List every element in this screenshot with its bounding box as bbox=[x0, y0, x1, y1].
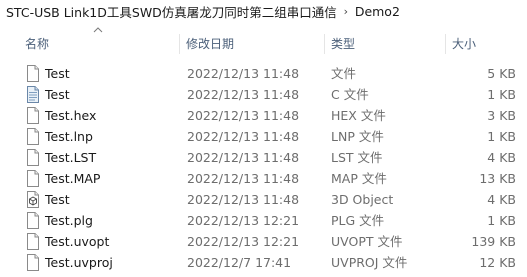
file-date-modified: 2022/12/13 12:21 bbox=[187, 213, 300, 228]
file-date-modified: 2022/12/13 11:48 bbox=[187, 108, 300, 123]
file-type: C 文件 bbox=[331, 87, 369, 102]
column-divider[interactable] bbox=[179, 34, 180, 54]
file-name: Test bbox=[45, 192, 70, 207]
breadcrumb: STC-USB Link1D工具SWD仿真屠龙刀同时第二组串口通信 › Demo… bbox=[0, 0, 527, 22]
file-date-modified: 2022/12/13 11:48 bbox=[187, 129, 300, 144]
column-header-name[interactable]: 名称 bbox=[25, 32, 49, 56]
file-name: Test bbox=[45, 87, 70, 102]
file-type: UVPROJ 文件 bbox=[331, 255, 408, 270]
file-date-modified: 2022/12/13 11:48 bbox=[187, 87, 300, 102]
blank-file-icon bbox=[26, 254, 40, 271]
file-size: 3 KB bbox=[487, 108, 516, 123]
file-size: 5 KB bbox=[487, 66, 516, 81]
file-type: UVOPT 文件 bbox=[331, 234, 403, 249]
file-name: Test bbox=[45, 66, 70, 81]
file-type: PLG 文件 bbox=[331, 213, 385, 228]
file-name: Test.hex bbox=[45, 108, 97, 123]
file-row[interactable]: Test.MAP 2022/12/13 11:48 MAP 文件 13 KB bbox=[0, 168, 527, 189]
file-type: 文件 bbox=[331, 66, 357, 81]
file-type: 3D Object bbox=[331, 192, 394, 207]
file-row[interactable]: Test 2022/12/13 11:48 C 文件 1 KB bbox=[0, 84, 527, 105]
file-type: LNP 文件 bbox=[331, 129, 384, 144]
file-row[interactable]: Test.LST 2022/12/13 11:48 LST 文件 4 KB bbox=[0, 147, 527, 168]
file-type: HEX 文件 bbox=[331, 108, 386, 123]
file-row[interactable]: Test.plg 2022/12/13 12:21 PLG 文件 1 KB bbox=[0, 210, 527, 231]
column-header-date[interactable]: 修改日期 bbox=[186, 32, 234, 56]
file-date-modified: 2022/12/13 11:48 bbox=[187, 192, 300, 207]
blank-file-icon bbox=[26, 65, 40, 82]
column-header: 名称 修改日期 类型 大小 bbox=[0, 32, 527, 56]
file-size: 13 KB bbox=[479, 171, 516, 186]
blank-file-icon bbox=[26, 128, 40, 145]
file-row[interactable]: Test.lnp 2022/12/13 11:48 LNP 文件 1 KB bbox=[0, 126, 527, 147]
file-name: Test.lnp bbox=[45, 129, 93, 144]
blank-file-icon bbox=[26, 149, 40, 166]
c-source-file-icon bbox=[26, 86, 40, 103]
file-date-modified: 2022/12/7 17:41 bbox=[187, 255, 292, 270]
column-divider[interactable] bbox=[445, 34, 446, 54]
file-row[interactable]: Test.uvopt 2022/12/13 12:21 UVOPT 文件 139 KB bbox=[0, 231, 527, 252]
file-size: 1 KB bbox=[487, 87, 516, 102]
file-size: 4 KB bbox=[487, 192, 516, 207]
file-size: 12 KB bbox=[479, 255, 516, 270]
file-size: 1 KB bbox=[487, 129, 516, 144]
blank-file-icon bbox=[26, 233, 40, 250]
file-row[interactable]: Test.uvproj 2022/12/7 17:41 UVPROJ 文件 12 KB bbox=[0, 252, 527, 273]
file-name: Test.uvproj bbox=[45, 255, 113, 270]
file-date-modified: 2022/12/13 11:48 bbox=[187, 66, 300, 81]
file-date-modified: 2022/12/13 12:21 bbox=[187, 234, 300, 249]
breadcrumb-folder-current[interactable]: Demo2 bbox=[353, 4, 402, 19]
breadcrumb-separator-icon[interactable]: › bbox=[339, 5, 353, 18]
file-type: LST 文件 bbox=[331, 150, 383, 165]
column-header-size[interactable]: 大小 bbox=[452, 32, 476, 56]
3d-object-file-icon bbox=[26, 191, 40, 208]
column-divider[interactable] bbox=[324, 34, 325, 54]
file-size: 4 KB bbox=[487, 150, 516, 165]
blank-file-icon bbox=[26, 107, 40, 124]
blank-file-icon bbox=[26, 170, 40, 187]
blank-file-icon bbox=[26, 212, 40, 229]
file-date-modified: 2022/12/13 11:48 bbox=[187, 171, 300, 186]
file-type: MAP 文件 bbox=[331, 171, 387, 186]
column-header-type[interactable]: 类型 bbox=[331, 32, 355, 56]
file-name: Test.plg bbox=[45, 213, 93, 228]
file-name: Test.LST bbox=[45, 150, 97, 165]
file-name: Test.uvopt bbox=[45, 234, 110, 249]
breadcrumb-folder-parent[interactable]: STC-USB Link1D工具SWD仿真屠龙刀同时第二组串口通信 bbox=[0, 2, 339, 21]
file-size: 139 KB bbox=[471, 234, 516, 249]
file-size: 1 KB bbox=[487, 213, 516, 228]
file-name: Test.MAP bbox=[45, 171, 101, 186]
file-row[interactable]: Test 2022/12/13 11:48 文件 5 KB bbox=[0, 63, 527, 84]
file-list: Test 2022/12/13 11:48 文件 5 KB Test 2022/12/13… bbox=[0, 63, 527, 273]
file-row[interactable]: Test 2022/12/13 11:48 3D Object 4 KB bbox=[0, 189, 527, 210]
file-row[interactable]: Test.hex 2022/12/13 11:48 HEX 文件 3 KB bbox=[0, 105, 527, 126]
file-date-modified: 2022/12/13 11:48 bbox=[187, 150, 300, 165]
